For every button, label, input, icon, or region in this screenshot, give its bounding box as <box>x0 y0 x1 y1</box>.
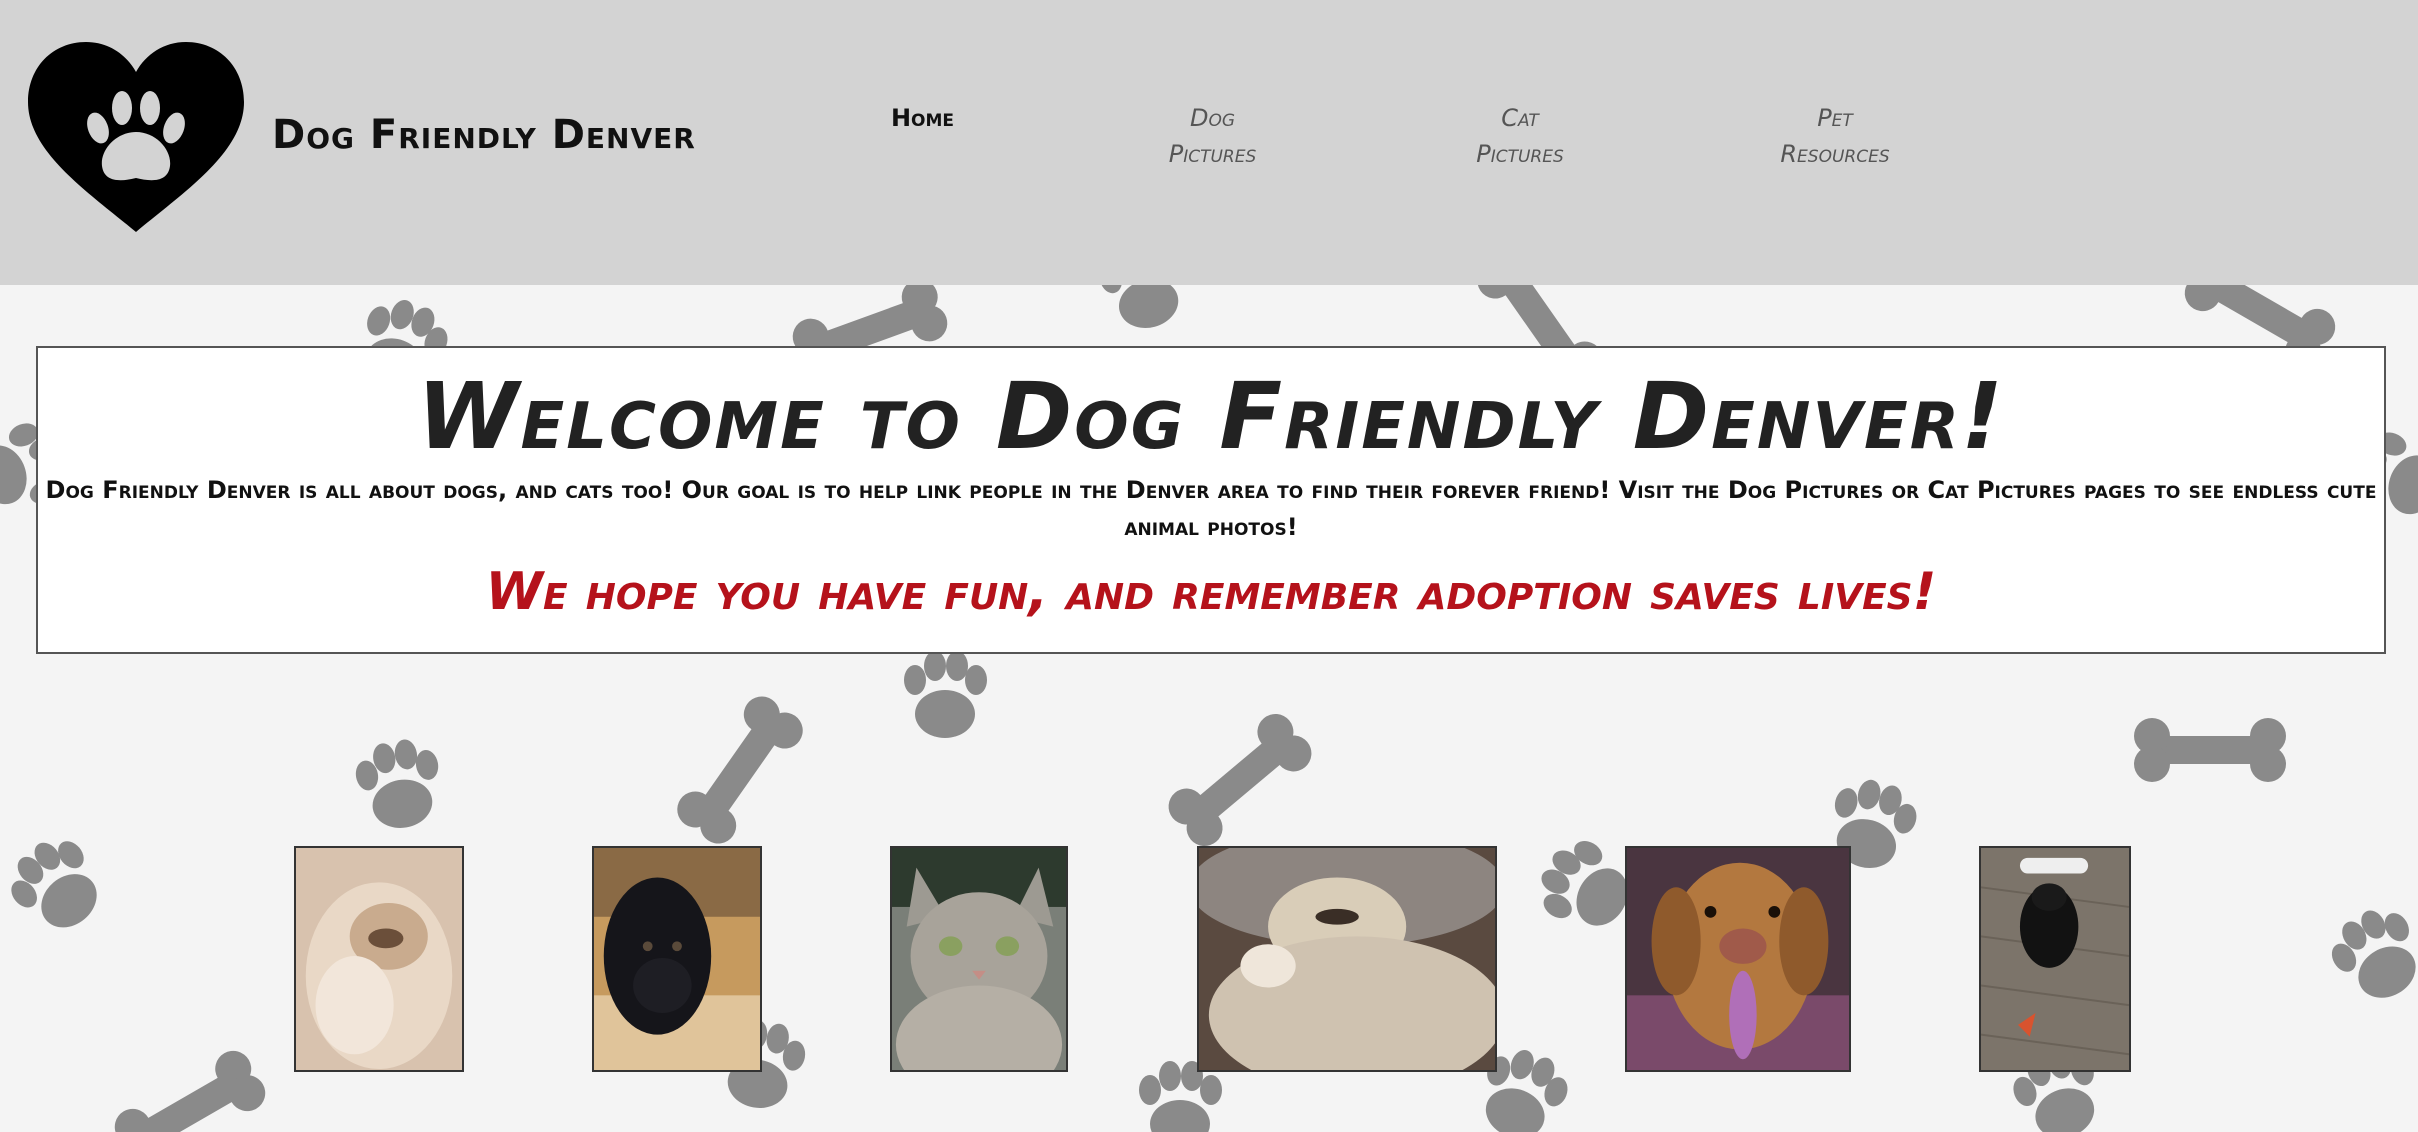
gallery-photo-black-spaniel-dog[interactable] <box>592 846 762 1072</box>
nav-pet-resources[interactable]: Pet Resources <box>1740 100 1930 172</box>
gallery-photo-yellow-lab-dog[interactable] <box>1625 846 1851 1072</box>
site-name[interactable]: Dog Friendly Denver <box>272 112 696 158</box>
nav-dog-pictures-line2: Pictures <box>1168 140 1257 168</box>
welcome-title: Welcome to Dog Friendly Denver! <box>417 363 2005 470</box>
welcome-box: Welcome to Dog Friendly Denver! Dog Frie… <box>36 346 2386 654</box>
welcome-body: Dog Friendly Denver is all about dogs, a… <box>45 476 2377 541</box>
nav-home-label: Home <box>890 104 955 132</box>
nav-pet-resources-line1: Pet <box>1817 104 1853 132</box>
gallery-photo-fluffy-cream-cat[interactable] <box>294 846 464 1072</box>
gallery-photo-grey-tabby-cat[interactable] <box>890 846 1068 1072</box>
nav-pet-resources-line2: Resources <box>1780 140 1890 168</box>
nav-cat-pictures-line2: Pictures <box>1476 140 1564 168</box>
gallery-photo-persian-cat-in-blanket[interactable] <box>1197 846 1497 1072</box>
nav-dog-pictures-line1: Dog <box>1189 104 1236 132</box>
paw-heart-icon[interactable] <box>28 42 244 234</box>
site-header: Dog Friendly Denver Home Dog Pictures Ca… <box>0 0 2418 285</box>
welcome-tagline: We hope you have fun, and remember adopt… <box>485 562 1937 622</box>
nav-home[interactable]: Home <box>870 100 975 136</box>
nav-cat-pictures-line1: Cat <box>1501 104 1539 132</box>
gallery-photo-black-cat-on-floor[interactable] <box>1979 846 2131 1072</box>
nav-dog-pictures[interactable]: Dog Pictures <box>1135 100 1290 172</box>
nav-cat-pictures[interactable]: Cat Pictures <box>1440 100 1600 172</box>
